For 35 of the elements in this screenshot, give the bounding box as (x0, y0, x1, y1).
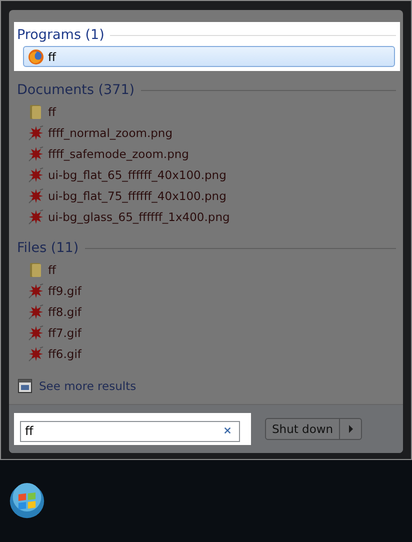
section-heading: Documents (371) (17, 82, 135, 98)
start-orb-icon[interactable] (8, 482, 46, 520)
caret-icon (348, 425, 354, 433)
result-item[interactable]: ff8.gif (17, 301, 396, 322)
see-more-results-link[interactable]: See more results (9, 378, 403, 404)
result-item[interactable]: ffff_normal_zoom.png (17, 122, 396, 143)
result-item[interactable]: ff7.gif (17, 322, 396, 343)
broken-image-icon (28, 324, 44, 340)
folder-icon (28, 262, 44, 278)
search-window-icon (17, 378, 33, 394)
broken-image-icon (28, 166, 44, 182)
result-item[interactable]: ui-bg_flat_65_ffffff_40x100.png (17, 164, 396, 185)
shut-down-options-button[interactable] (340, 418, 362, 440)
broken-image-icon (28, 346, 44, 362)
folder-icon (28, 104, 44, 120)
broken-image-icon (28, 146, 44, 162)
result-item[interactable]: ui-bg_flat_75_ffffff_40x100.png (17, 185, 396, 206)
globe-icon (28, 48, 44, 64)
clear-icon[interactable] (223, 426, 232, 435)
section-heading: Files (11) (17, 240, 79, 256)
result-item[interactable]: ff9.gif (17, 280, 396, 301)
shut-down-button[interactable]: Shut down (265, 418, 340, 440)
section-heading: Programs (1) (17, 27, 104, 43)
result-item[interactable]: ff (17, 259, 396, 280)
result-item[interactable]: ff6.gif (17, 343, 396, 364)
search-field[interactable]: ff (20, 420, 240, 442)
result-item[interactable]: ff (23, 46, 395, 67)
broken-image-icon (28, 124, 44, 140)
result-item[interactable]: ff (17, 101, 396, 122)
result-item[interactable]: ui-bg_glass_65_ffffff_1x400.png (17, 206, 396, 227)
result-item[interactable]: ffff_safemode_zoom.png (17, 143, 396, 164)
broken-image-icon (28, 282, 44, 298)
broken-image-icon (28, 188, 44, 204)
broken-image-icon (28, 304, 44, 320)
broken-image-icon (28, 208, 44, 224)
